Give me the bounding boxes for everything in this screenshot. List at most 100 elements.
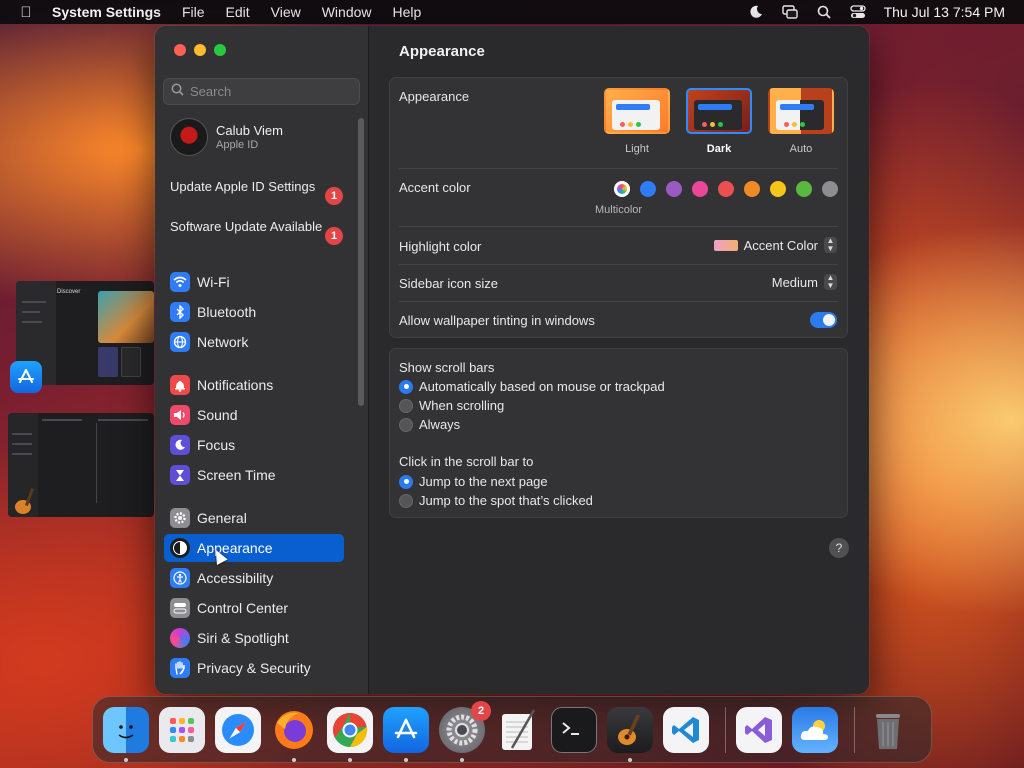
accent-orange[interactable]: [744, 181, 760, 197]
menu-view[interactable]: View: [271, 4, 301, 20]
menu-clock[interactable]: Thu Jul 13 7:54 PM: [884, 4, 1005, 20]
sidebar-item-screen-time[interactable]: Screen Time: [164, 461, 344, 489]
radio-button[interactable]: [399, 417, 413, 432]
dock-separator: [725, 706, 726, 753]
sidebar-item-label: Appearance: [197, 540, 273, 556]
screen-mirroring-icon[interactable]: [781, 4, 798, 20]
sidebar-item-label: Notifications: [197, 377, 274, 393]
accent-color-swatches: [614, 181, 838, 197]
menu-help[interactable]: Help: [393, 4, 422, 20]
apple-id-profile[interactable]: Calub Viem Apple ID: [170, 118, 283, 156]
chrome-icon[interactable]: [327, 706, 373, 762]
sidebar-item-privacy-security[interactable]: Privacy & Security: [164, 654, 344, 682]
weather-icon[interactable]: [792, 706, 838, 753]
close-button[interactable]: [174, 44, 186, 56]
search-field[interactable]: [163, 78, 360, 105]
wifi-icon: [170, 272, 190, 292]
radio-button[interactable]: [399, 474, 413, 489]
appearance-option-dark[interactable]: Dark: [684, 88, 754, 155]
scroll-bars-option-always[interactable]: Always: [399, 417, 460, 432]
accent-purple[interactable]: [666, 181, 682, 197]
highlight-color-popup[interactable]: Accent Color ▲ ▼: [713, 237, 837, 253]
sidebar-item-label: Control Center: [197, 600, 289, 616]
sidebar-item-sound[interactable]: Sound: [164, 401, 344, 429]
sidebar-item-appearance[interactable]: Appearance: [164, 534, 344, 562]
appearance-option-auto[interactable]: Auto: [766, 88, 836, 155]
software-update-notice[interactable]: Software Update Available 1: [170, 219, 343, 245]
help-button[interactable]: ?: [829, 538, 849, 558]
search-input[interactable]: [190, 84, 350, 99]
sidebar-item-label: General: [197, 510, 247, 526]
accent-multicolor[interactable]: [614, 181, 630, 197]
update-apple-id-notice[interactable]: Update Apple ID Settings 1: [170, 179, 343, 205]
app-store-stage-icon[interactable]: [10, 361, 42, 393]
divider: [399, 168, 838, 169]
sidebar-item-control-center[interactable]: Control Center: [164, 594, 344, 622]
sidebar-item-bluetooth[interactable]: Bluetooth: [164, 298, 344, 326]
scroll-bars-option-when-scrolling[interactable]: When scrolling: [399, 398, 504, 413]
menu-window[interactable]: Window: [322, 4, 372, 20]
sidebar-item-accessibility[interactable]: Accessibility: [164, 564, 344, 592]
sidebar-item-label: Accessibility: [197, 570, 274, 586]
wallpaper-tinting-toggle[interactable]: [810, 312, 837, 328]
sidebar-icon-size-value: Medium: [771, 274, 818, 290]
search-icon[interactable]: [816, 4, 832, 20]
sidebar-item-notifications[interactable]: Notifications: [164, 371, 344, 399]
click-scroll-option-spot[interactable]: Jump to the spot that’s clicked: [399, 493, 593, 508]
appearance-icon: [170, 538, 190, 558]
accent-pink[interactable]: [692, 181, 708, 197]
menu-edit[interactable]: Edit: [226, 4, 250, 20]
sidebar-icon-size-popup[interactable]: Medium ▲ ▼: [772, 274, 837, 290]
accent-yellow[interactable]: [770, 181, 786, 197]
garageband-icon[interactable]: [607, 706, 653, 762]
menu-file[interactable]: File: [182, 4, 205, 20]
system-settings-icon[interactable]: 2: [439, 700, 491, 762]
highlight-color-value: Accent Color: [743, 237, 818, 253]
sidebar-item-wifi[interactable]: Wi-Fi: [164, 268, 344, 296]
divider: [399, 226, 838, 227]
minimize-button[interactable]: [194, 44, 206, 56]
vscode-icon[interactable]: [663, 706, 709, 753]
accent-green[interactable]: [796, 181, 812, 197]
safari-icon[interactable]: [215, 706, 261, 753]
radio-button[interactable]: [399, 493, 413, 508]
divider: [399, 301, 838, 302]
finder-icon[interactable]: [103, 706, 149, 762]
profile-subtitle: Apple ID: [216, 139, 259, 151]
trash-icon[interactable]: [865, 707, 911, 753]
radio-button[interactable]: [399, 379, 413, 394]
launchpad-icon[interactable]: [159, 706, 205, 753]
sidebar-item-general[interactable]: General: [164, 504, 344, 532]
control-center-icon[interactable]: [849, 4, 866, 20]
app-store-icon[interactable]: [383, 706, 429, 762]
scroll-bars-group: Show scroll bars Automatically based on …: [389, 348, 848, 518]
textedit-icon[interactable]: [495, 707, 541, 753]
zoom-button[interactable]: [214, 44, 226, 56]
sidebar-item-network[interactable]: Network: [164, 328, 344, 356]
accent-blue[interactable]: [640, 181, 656, 197]
sidebar-item-focus[interactable]: Focus: [164, 431, 344, 459]
dock-separator: [854, 706, 855, 753]
radio-button[interactable]: [399, 398, 413, 413]
moon-icon: [170, 435, 190, 455]
moon-icon[interactable]: [748, 4, 764, 20]
scroll-bars-option-automatic[interactable]: Automatically based on mouse or trackpad: [399, 379, 665, 394]
auto-thumbnail: [768, 88, 834, 134]
appearance-settings-group: Appearance Light Dark Auto Accent color …: [389, 77, 848, 338]
radio-label: When scrolling: [419, 398, 505, 413]
search-icon: [171, 83, 184, 101]
appearance-option-light[interactable]: Light: [602, 88, 672, 155]
sidebar-item-siri-spotlight[interactable]: Siri & Spotlight: [164, 624, 344, 652]
sidebar-scrollbar[interactable]: [358, 118, 364, 406]
apple-menu-icon[interactable]: : [0, 4, 52, 21]
sidebar-item-label: Network: [197, 334, 249, 350]
click-scroll-option-next-page[interactable]: Jump to the next page: [399, 474, 548, 489]
firefox-icon[interactable]: [271, 707, 317, 762]
accent-red[interactable]: [718, 181, 734, 197]
terminal-icon[interactable]: [551, 706, 597, 753]
hourglass-icon: [170, 465, 190, 485]
garageband-stage-icon[interactable]: [10, 485, 42, 517]
visual-studio-icon[interactable]: [736, 706, 782, 753]
menu-app-name[interactable]: System Settings: [52, 4, 161, 20]
accent-graphite[interactable]: [822, 181, 838, 197]
